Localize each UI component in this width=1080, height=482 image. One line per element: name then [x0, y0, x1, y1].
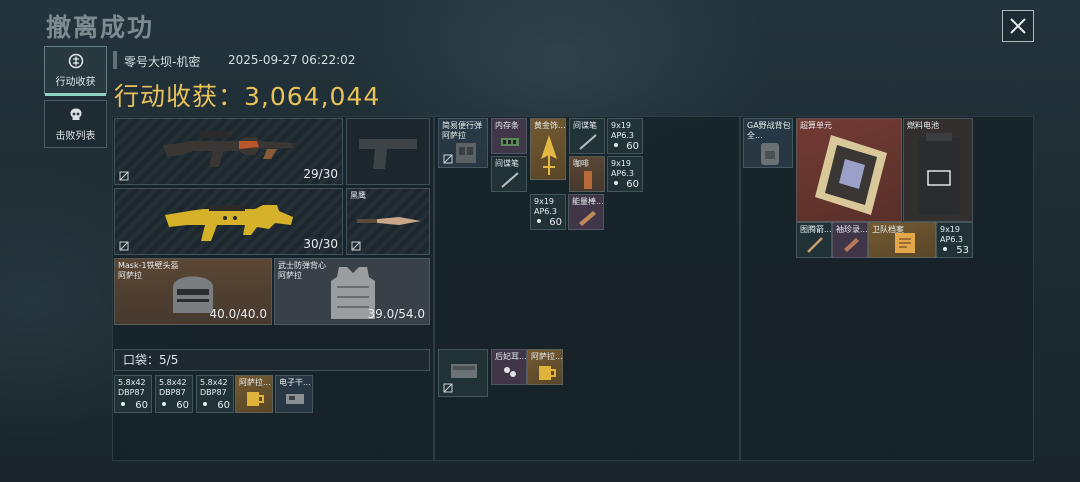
- pistol-icon: [359, 139, 417, 169]
- tab-loot-label: 行动收获: [55, 76, 96, 88]
- chest-rig-item[interactable]: 9x19 AP6.3 60: [607, 156, 643, 192]
- backpack-item[interactable]: 9x19 AP6.3 53: [936, 222, 973, 258]
- chest-rig-item[interactable]: 间谍笔: [569, 118, 605, 154]
- chest-rig-item[interactable]: 9x19 AP6.3 60: [530, 194, 566, 230]
- chest-rig-item[interactable]: 咖啡: [569, 156, 605, 192]
- gold-ornament-icon: [541, 135, 557, 175]
- chest-rig-item[interactable]: 间谍笔: [491, 156, 527, 192]
- ammo-corner-icon: [443, 154, 453, 164]
- helmet-maker: 阿萨拉: [118, 271, 142, 280]
- ammo-corner-icon: [119, 241, 129, 251]
- armor-slot[interactable]: 武士防弹背心 阿萨拉 39.0/54.0: [274, 258, 430, 325]
- gold-smg-icon: [165, 205, 293, 241]
- memory-icon: [501, 138, 519, 146]
- timestamp: 2025-09-27 06:22:02: [228, 53, 356, 67]
- supercomputer-icon: [815, 135, 887, 215]
- arrow-icon: [807, 237, 823, 253]
- armor-name: 武士防弹背心: [278, 261, 326, 270]
- primary-ammo: 29/30: [303, 167, 338, 181]
- ammo-icon: [537, 219, 541, 223]
- haul-value: 行动收获：3,064,044: [114, 82, 381, 111]
- safe-box-item[interactable]: 阿萨拉...: [527, 349, 563, 385]
- mug-icon: [539, 366, 556, 380]
- mug-icon: [247, 392, 264, 406]
- tab-active-indicator: [45, 93, 106, 96]
- ammo-icon: [614, 143, 618, 147]
- device-icon: [286, 394, 304, 404]
- safe-box-slot[interactable]: [438, 349, 488, 397]
- chest-rig-item[interactable]: 黄金饰...: [530, 118, 566, 180]
- backpack-icon: [761, 143, 779, 165]
- safe-box-icon: [451, 364, 477, 378]
- chest-rig-item[interactable]: 内存条: [491, 118, 527, 154]
- pen-icon: [579, 134, 597, 150]
- backpack-item-large[interactable]: 燃料电池: [903, 118, 973, 222]
- melee-slot[interactable]: 黑鹰: [346, 188, 430, 255]
- helmet-durability: 40.0/40.0: [209, 307, 267, 321]
- helmet-slot[interactable]: Mask-1铁壁头盔 阿萨拉 40.0/40.0: [114, 258, 272, 325]
- energy-bar-icon: [579, 211, 596, 226]
- skull-icon: [70, 108, 81, 120]
- recorder-icon: [844, 238, 859, 252]
- map-name: 零号大坝-机密: [124, 55, 201, 69]
- backpack-item-large[interactable]: 超算单元: [796, 118, 902, 222]
- armor-maker: 阿萨拉: [278, 271, 302, 280]
- pocket-item[interactable]: 电子干...: [275, 375, 313, 413]
- chest-rig-slot[interactable]: 简易便行弹 阿萨拉: [438, 118, 488, 168]
- page-title: 撤离成功: [46, 13, 155, 42]
- earring-icon: [504, 367, 516, 377]
- chest-rig-icon: [456, 143, 476, 163]
- loot-icon: [68, 53, 83, 68]
- chest-rig-item[interactable]: 9x19 AP6.3 60: [607, 118, 643, 154]
- secondary-ammo: 30/30: [303, 237, 338, 251]
- ammo-icon: [203, 402, 207, 406]
- knife-icon: [357, 217, 421, 225]
- ammo-icon: [943, 247, 947, 251]
- ammo-icon: [614, 181, 618, 185]
- ammo-icon: [121, 402, 125, 406]
- ammo-icon: [162, 402, 166, 406]
- primary-weapon-slot[interactable]: 29/30: [114, 118, 343, 185]
- tab-kills-label: 击败列表: [55, 130, 96, 142]
- backpack-slot[interactable]: GA野战背包 全...: [743, 118, 793, 168]
- backpack-item[interactable]: 袖珍录...: [832, 222, 868, 258]
- tab-loot[interactable]: 行动收获: [44, 46, 107, 96]
- tab-kills[interactable]: 击败列表: [44, 100, 107, 148]
- ammo-corner-icon: [351, 241, 361, 251]
- pocket-item[interactable]: 5.8x42 DBP87 60: [114, 375, 152, 413]
- fuel-cell-icon: [918, 133, 960, 215]
- chest-rig-item[interactable]: 能量棒...: [568, 194, 604, 230]
- pocket-item[interactable]: 5.8x42 DBP87 60: [196, 375, 234, 413]
- pen-icon: [501, 172, 519, 188]
- backpack-item[interactable]: 图腾箭...: [796, 222, 832, 258]
- backpack-item[interactable]: 卫队档案: [868, 222, 936, 258]
- melee-name: 黑鹰: [350, 191, 366, 200]
- safe-box-item[interactable]: 后妃耳...: [491, 349, 527, 385]
- close-button[interactable]: [1002, 10, 1034, 42]
- file-icon: [895, 233, 915, 253]
- pocket-item[interactable]: 5.8x42 DBP87 60: [155, 375, 193, 413]
- secondary-weapon-slot[interactable]: 30/30: [114, 188, 343, 255]
- sidearm-slot[interactable]: [346, 118, 430, 185]
- pocket-item[interactable]: 阿萨拉...: [235, 375, 273, 413]
- ammo-corner-icon: [443, 383, 453, 393]
- close-icon: [1010, 18, 1026, 34]
- ammo-corner-icon: [119, 171, 129, 181]
- armor-durability: 39.0/54.0: [367, 307, 425, 321]
- pocket-header: 口袋：5/5: [114, 349, 430, 371]
- assault-rifle-icon: [163, 131, 293, 167]
- meta-divider: [113, 51, 117, 69]
- coffee-icon: [584, 171, 592, 189]
